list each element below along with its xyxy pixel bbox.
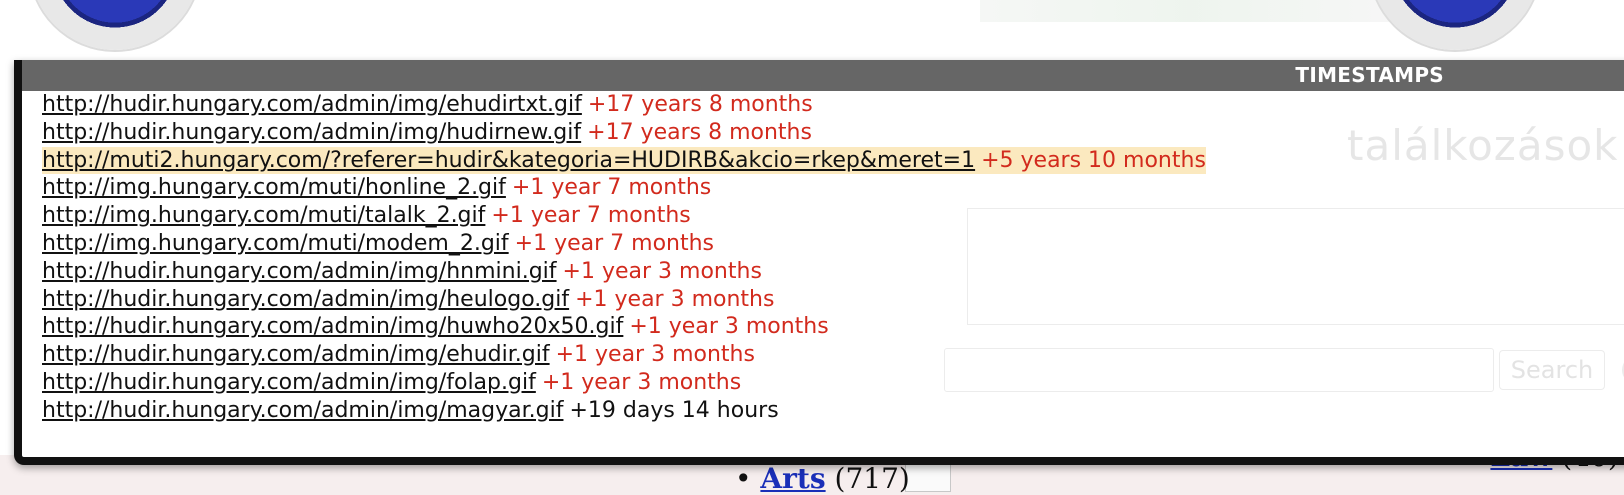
timestamp-delta: +1 year 3 months — [555, 342, 755, 368]
resource-url-link[interactable]: http://img.hungary.com/muti/talalk_2.gif — [42, 203, 485, 228]
resource-url-link[interactable]: http://hudir.hungary.com/admin/img/ehudi… — [42, 342, 550, 367]
timestamp-list: http://hudir.hungary.com/admin/img/ehudi… — [42, 91, 1206, 425]
category-arts-link[interactable]: Arts — [760, 462, 825, 495]
category-arts[interactable]: • Arts (717) — [735, 462, 910, 495]
timestamp-row-content: http://hudir.hungary.com/admin/img/ehudi… — [42, 91, 813, 119]
timestamp-row: http://hudir.hungary.com/admin/img/heulo… — [42, 286, 1206, 314]
timestamp-row: http://img.hungary.com/muti/talalk_2.gif… — [42, 202, 1206, 230]
resource-url-link[interactable]: http://hudir.hungary.com/admin/img/folap… — [42, 370, 536, 395]
timestamp-delta: +1 year 3 months — [562, 258, 762, 284]
timestamp-row-content: http://img.hungary.com/muti/honline_2.gi… — [42, 174, 711, 202]
timestamp-row: http://hudir.hungary.com/admin/img/ehudi… — [42, 341, 1206, 369]
timestamp-delta: +1 year 7 months — [511, 175, 712, 201]
timestamps-header: TIMESTAMPS — [22, 60, 1624, 91]
timestamp-delta: +1 year 3 months — [541, 369, 742, 395]
resource-url-link[interactable]: http://hudir.hungary.com/admin/img/hnmin… — [42, 259, 557, 284]
resource-url-link[interactable]: http://hudir.hungary.com/admin/img/magya… — [42, 398, 563, 423]
ghost-banner-text: találkozások — [1347, 121, 1619, 170]
timestamp-row-content: http://hudir.hungary.com/admin/img/hudir… — [42, 119, 812, 147]
timestamp-delta: +19 days 14 hours — [569, 397, 779, 423]
timestamp-row-content: http://muti2.hungary.com/?referer=hudir&… — [42, 146, 1206, 175]
timestamp-row-content: http://hudir.hungary.com/admin/img/folap… — [42, 369, 741, 397]
resource-url-link[interactable]: http://hudir.hungary.com/admin/img/heulo… — [42, 287, 569, 312]
timestamp-row-content: http://img.hungary.com/muti/modem_2.gif +… — [42, 230, 714, 258]
timestamp-row: http://img.hungary.com/muti/modem_2.gif +… — [42, 230, 1206, 258]
timestamp-delta: +1 year 3 months — [575, 286, 775, 312]
header-banner — [980, 0, 1400, 22]
timestamp-row-content: http://hudir.hungary.com/admin/img/magya… — [42, 397, 779, 425]
timestamps-overlay: TIMESTAMPS találkozások Search http://hu… — [14, 60, 1624, 465]
timestamp-row-content: http://hudir.hungary.com/admin/img/huwho… — [42, 313, 829, 341]
timestamp-delta: +1 year 7 months — [491, 203, 691, 229]
timestamp-delta: +1 year 7 months — [514, 230, 715, 256]
timestamp-delta: +17 years 8 months — [587, 92, 813, 117]
timestamp-row: http://img.hungary.com/muti/honline_2.gi… — [42, 174, 1206, 202]
timestamp-row: http://hudir.hungary.com/admin/img/huwho… — [42, 313, 1206, 341]
timestamp-row: http://hudir.hungary.com/admin/img/magya… — [42, 397, 1206, 425]
timestamp-row-content: http://hudir.hungary.com/admin/img/ehudi… — [42, 341, 755, 369]
resource-url-link[interactable]: http://hudir.hungary.com/admin/img/hudir… — [42, 120, 581, 145]
timestamp-row: http://hudir.hungary.com/admin/img/folap… — [42, 369, 1206, 397]
resource-url-link[interactable]: http://img.hungary.com/muti/honline_2.gi… — [42, 175, 506, 200]
resource-url-link[interactable]: http://muti2.hungary.com/?referer=hudir&… — [42, 148, 975, 173]
timestamp-delta: +5 years 10 months — [981, 147, 1206, 173]
resource-url-link[interactable]: http://hudir.hungary.com/admin/img/ehudi… — [42, 92, 582, 117]
resource-url-link[interactable]: http://hudir.hungary.com/admin/img/huwho… — [42, 314, 623, 339]
timestamp-row-content: http://hudir.hungary.com/admin/img/hnmin… — [42, 258, 762, 286]
category-arts-count: (717) — [834, 462, 910, 495]
timestamp-delta: +1 year 3 months — [629, 314, 829, 340]
ghost-search-button: Search — [1499, 350, 1605, 390]
timestamp-row: http://muti2.hungary.com/?referer=hudir&… — [42, 146, 1206, 175]
resource-url-link[interactable]: http://img.hungary.com/muti/modem_2.gif — [42, 231, 509, 256]
timestamps-title: TIMESTAMPS — [1295, 63, 1444, 87]
timestamp-row: http://hudir.hungary.com/admin/img/hnmin… — [42, 258, 1206, 286]
timestamp-row: http://hudir.hungary.com/admin/img/ehudi… — [42, 91, 1206, 119]
timestamp-row-content: http://img.hungary.com/muti/talalk_2.gif… — [42, 202, 691, 230]
timestamp-row-content: http://hudir.hungary.com/admin/img/heulo… — [42, 286, 774, 314]
timestamp-row: http://hudir.hungary.com/admin/img/hudir… — [42, 119, 1206, 147]
timestamp-delta: +17 years 8 months — [587, 119, 812, 145]
